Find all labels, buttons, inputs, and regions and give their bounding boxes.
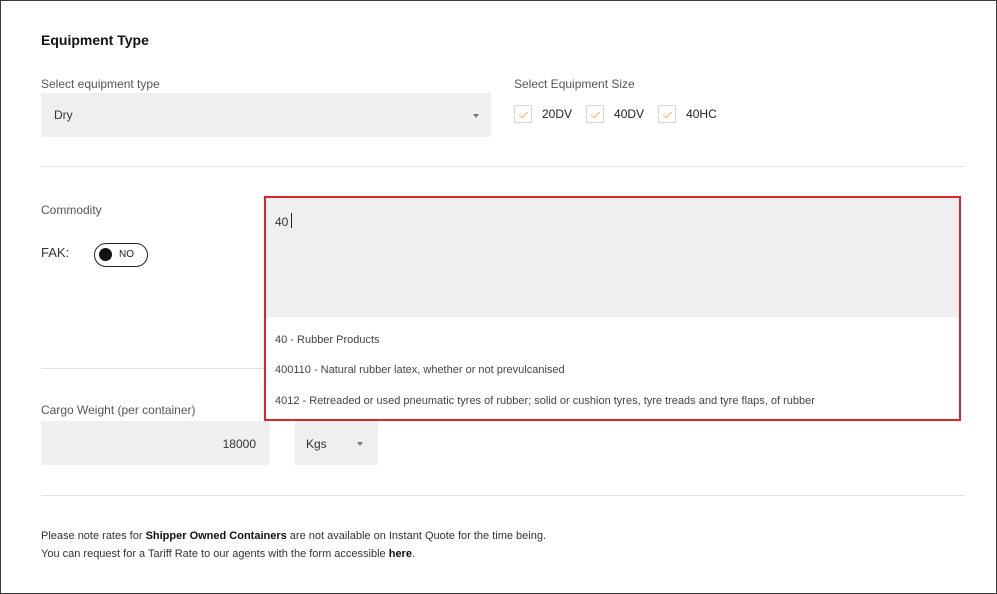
commodity-autocomplete: 40 40 - Rubber Products 400110 - Natural… <box>264 196 961 421</box>
checkmark-icon <box>662 108 673 119</box>
fak-toggle-text: NO <box>119 249 134 260</box>
section-divider <box>41 368 266 369</box>
note-text: are not available on Instant Quote for t… <box>286 530 547 542</box>
size-label-20dv: 20DV <box>542 107 573 121</box>
size-label-40hc: 40HC <box>686 107 717 121</box>
fak-toggle[interactable]: NO <box>94 243 148 267</box>
size-checkbox-40hc[interactable] <box>658 105 677 123</box>
note-bold-text: Shipper Owned Containers <box>145 530 287 542</box>
size-option-40dv[interactable]: 40DV <box>586 105 644 123</box>
note-line-1: Please note rates for Shipper Owned Cont… <box>41 530 546 542</box>
checkmark-icon <box>518 108 529 119</box>
form-container: Equipment Type Select equipment type Dry… <box>0 0 997 594</box>
equipment-type-value: Dry <box>54 108 73 122</box>
note-text: Please note rates for <box>41 530 146 542</box>
size-checkbox-40dv[interactable] <box>586 105 605 123</box>
cargo-weight-value: 18000 <box>222 437 256 451</box>
weight-unit-value: Kgs <box>306 437 327 451</box>
text-cursor <box>291 213 292 228</box>
size-checkbox-20dv[interactable] <box>514 105 532 123</box>
chevron-down-icon <box>357 442 363 446</box>
section-divider <box>41 166 964 167</box>
equipment-type-label: Select equipment type <box>41 77 160 91</box>
size-option-40hc[interactable]: 40HC <box>658 105 717 123</box>
section-title-equipment-type: Equipment Type <box>41 32 149 48</box>
chevron-down-icon <box>473 114 479 118</box>
fak-label: FAK: <box>41 245 70 260</box>
commodity-input[interactable]: 40 <box>266 198 959 317</box>
commodity-option[interactable]: 400110 - Natural rubber latex, whether o… <box>275 364 565 376</box>
weight-unit-select[interactable]: Kgs <box>295 421 378 465</box>
commodity-label: Commodity <box>41 203 102 217</box>
section-divider <box>41 495 964 496</box>
note-text: . <box>411 548 416 560</box>
commodity-input-value: 40 <box>275 215 289 229</box>
size-option-20dv[interactable]: 20DV <box>514 105 572 123</box>
commodity-option[interactable]: 4012 - Retreaded or used pneumatic tyres… <box>275 395 815 407</box>
cargo-weight-input[interactable]: 18000 <box>41 421 269 465</box>
note-line-2: You can request for a Tariff Rate to our… <box>41 548 415 560</box>
equipment-type-select[interactable]: Dry <box>41 93 491 137</box>
note-text: You can request for a Tariff Rate to our… <box>41 548 389 560</box>
size-label-40dv: 40DV <box>614 107 645 121</box>
equipment-size-label: Select Equipment Size <box>514 77 635 91</box>
cargo-weight-label: Cargo Weight (per container) <box>41 403 196 417</box>
toggle-knob <box>99 248 112 261</box>
checkmark-icon <box>590 108 601 119</box>
tariff-form-link[interactable]: here <box>389 548 412 560</box>
equipment-size-group: 20DV 40DV 40HC <box>514 105 731 123</box>
commodity-option[interactable]: 40 - Rubber Products <box>275 334 380 346</box>
